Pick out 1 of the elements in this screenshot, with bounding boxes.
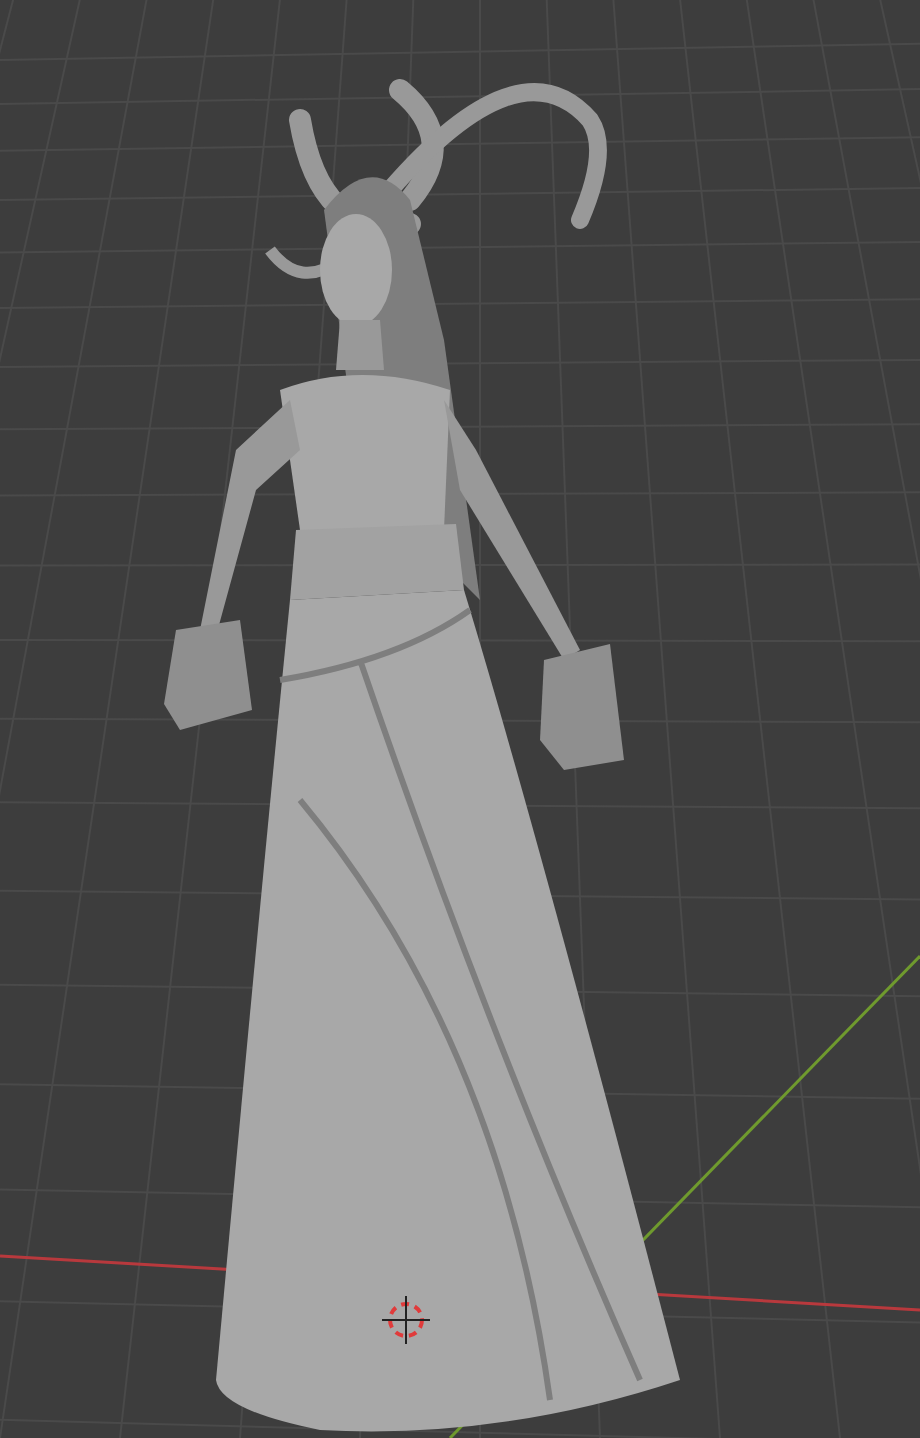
crosshair-icon bbox=[381, 1295, 431, 1345]
